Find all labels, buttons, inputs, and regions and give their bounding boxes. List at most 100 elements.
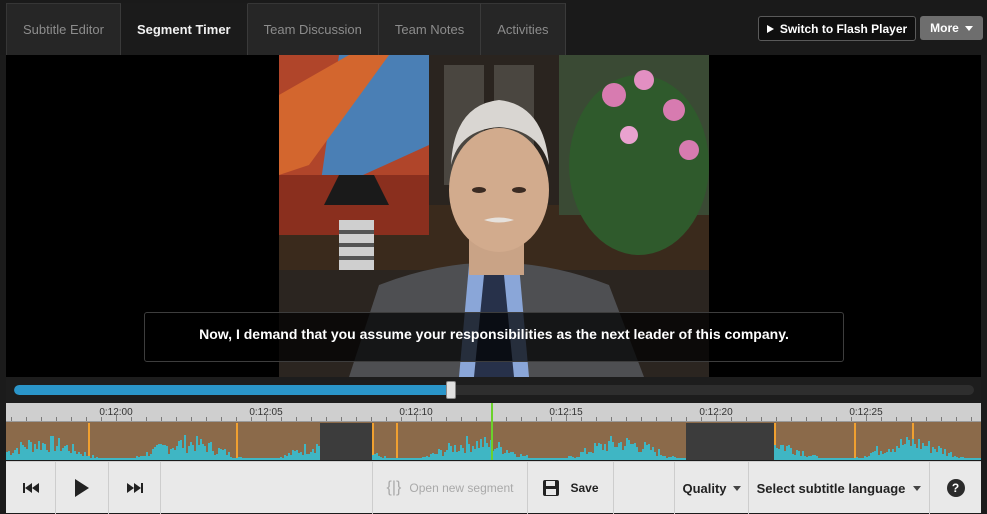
- progress-fill: [14, 385, 451, 395]
- tab-team-discussion[interactable]: Team Discussion: [247, 3, 379, 55]
- play-button[interactable]: [56, 462, 109, 514]
- ruler-tick: [941, 417, 942, 421]
- ruler-tick: [101, 417, 102, 421]
- skip-forward-button[interactable]: [109, 462, 161, 514]
- open-new-segment-label: Open new segment: [409, 481, 514, 495]
- ruler-tick: [671, 417, 672, 421]
- more-button[interactable]: More: [920, 16, 983, 40]
- bottom-toolbar: {|} Open new segment Save Quality Select…: [6, 461, 981, 514]
- floppy-disk-icon: [543, 480, 560, 496]
- subtitle-overlay: Now, I demand that you assume your respo…: [144, 312, 844, 362]
- more-label: More: [930, 21, 959, 35]
- save-button[interactable]: Save: [528, 462, 614, 514]
- segment-timer-app: Subtitle Editor Segment Timer Team Discu…: [0, 0, 987, 514]
- ruler-tick: [566, 414, 567, 421]
- ruler-tick: [521, 417, 522, 421]
- subtitle-language-dropdown[interactable]: Select subtitle language: [749, 462, 930, 514]
- time-ruler: 0:12:00 0:12:05 0:12:10 0:12:15 0:12:20 …: [6, 403, 981, 422]
- ruler-tick: [476, 417, 477, 421]
- ruler-tick: [641, 417, 642, 421]
- ruler-tick: [71, 417, 72, 421]
- ruler-tick: [821, 417, 822, 421]
- ruler-tick: [536, 417, 537, 421]
- ruler-tick: [731, 417, 732, 421]
- play-icon: [75, 479, 89, 497]
- ruler-tick: [551, 417, 552, 421]
- skip-forward-icon: [126, 483, 143, 493]
- ruler-tick: [971, 417, 972, 421]
- ruler-tick: [881, 417, 882, 421]
- save-label: Save: [570, 481, 599, 495]
- ruler-tick: [131, 417, 132, 421]
- ruler-tick: [311, 417, 312, 421]
- ruler-tick: [206, 417, 207, 421]
- ruler-tick: [326, 417, 327, 421]
- ruler-tick: [926, 417, 927, 421]
- ruler-tick: [656, 417, 657, 421]
- skip-back-button[interactable]: [6, 462, 56, 514]
- ruler-tick: [161, 417, 162, 421]
- ruler-tick: [56, 417, 57, 421]
- ruler-tick: [581, 417, 582, 421]
- quality-dropdown[interactable]: Quality: [674, 462, 749, 514]
- segment-brackets-icon: {|}: [386, 479, 402, 496]
- tab-strip: Subtitle Editor Segment Timer Team Discu…: [6, 3, 566, 55]
- tab-team-notes[interactable]: Team Notes: [378, 3, 482, 55]
- ruler-tick: [716, 414, 717, 421]
- ruler-tick: [341, 417, 342, 421]
- ruler-tick: [956, 417, 957, 421]
- help-icon: ?: [946, 479, 965, 497]
- ruler-tick: [416, 414, 417, 421]
- progress-handle[interactable]: [445, 381, 456, 399]
- progress-bar[interactable]: [14, 385, 974, 395]
- ruler-tick: [461, 417, 462, 421]
- tab-segment-timer[interactable]: Segment Timer: [120, 3, 248, 55]
- segment-timeline[interactable]: 0:12:00 0:12:05 0:12:10 0:12:15 0:12:20 …: [6, 403, 981, 460]
- ruler-tick: [386, 417, 387, 421]
- progress-area: [6, 377, 981, 403]
- ruler-tick: [26, 417, 27, 421]
- ruler-tick: [431, 417, 432, 421]
- open-new-segment-button[interactable]: {|} Open new segment: [372, 462, 528, 514]
- ruler-tick: [806, 417, 807, 421]
- ruler-tick: [371, 417, 372, 421]
- ruler-tick: [281, 417, 282, 421]
- ruler-tick: [761, 417, 762, 421]
- ruler-tick: [611, 417, 612, 421]
- video-player[interactable]: Now, I demand that you assume your respo…: [6, 55, 981, 377]
- switch-flash-player-button[interactable]: Switch to Flash Player: [758, 16, 916, 41]
- ruler-tick: [266, 414, 267, 421]
- audio-waveform: [6, 435, 981, 460]
- ruler-tick: [596, 417, 597, 421]
- top-bar: Subtitle Editor Segment Timer Team Discu…: [0, 0, 987, 55]
- ruler-tick: [446, 417, 447, 421]
- subtitle-text: Now, I demand that you assume your respo…: [199, 326, 789, 342]
- quality-label: Quality: [682, 480, 727, 496]
- tab-activities[interactable]: Activities: [481, 3, 566, 55]
- chevron-down-icon: [964, 25, 973, 31]
- ruler-tick: [176, 417, 177, 421]
- ruler-tick: [221, 417, 222, 421]
- chevron-down-icon: [732, 485, 741, 491]
- ruler-tick: [866, 414, 867, 421]
- ruler-tick: [296, 417, 297, 421]
- ruler-tick: [896, 417, 897, 421]
- ruler-tick: [41, 417, 42, 421]
- tab-subtitle-editor[interactable]: Subtitle Editor: [6, 3, 121, 55]
- timeline-playhead[interactable]: [491, 403, 493, 460]
- chevron-down-icon: [913, 485, 922, 491]
- ruler-tick: [746, 417, 747, 421]
- ruler-tick: [251, 417, 252, 421]
- ruler-tick: [236, 417, 237, 421]
- ruler-tick: [86, 417, 87, 421]
- ruler-tick: [356, 417, 357, 421]
- ruler-tick: [146, 417, 147, 421]
- help-button[interactable]: ?: [930, 462, 981, 514]
- ruler-tick: [791, 417, 792, 421]
- ruler-tick: [911, 417, 912, 421]
- play-icon: [766, 24, 774, 33]
- ruler-tick: [401, 417, 402, 421]
- ruler-tick: [851, 417, 852, 421]
- switch-flash-player-label: Switch to Flash Player: [779, 21, 908, 36]
- ruler-tick: [116, 414, 117, 421]
